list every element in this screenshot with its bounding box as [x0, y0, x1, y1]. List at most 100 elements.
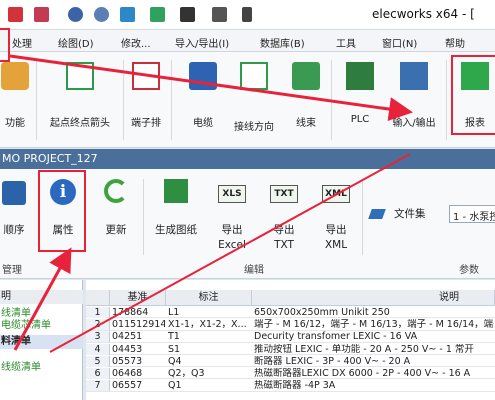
- document-title: MO PROJECT_127: [2, 152, 98, 165]
- io-button[interactable]: 输入/输出: [384, 56, 444, 140]
- export-xml-button[interactable]: XML 导出 XML: [314, 175, 358, 259]
- table-row[interactable]: 7 06557 Q1 热磁断路器 -4P 3A: [86, 380, 495, 392]
- cell-desc: 推动按钮 LEXIC - 单功能 - 20 A - 250 V~ - 1 常开: [254, 343, 474, 355]
- row-number: 5: [86, 355, 110, 367]
- menu-window[interactable]: 窗口(N): [382, 35, 417, 50]
- cell-desc: 热磁断路器 -4P 3A: [254, 380, 336, 392]
- bom-table: 基准 标注 说明 1 178864 L1 650x700x250mm Unikit 2…: [86, 280, 495, 400]
- menu-import-export[interactable]: 导入/导出(I): [175, 35, 229, 50]
- list-item[interactable]: 线缆清单: [0, 361, 83, 375]
- xml-icon: XML: [322, 185, 350, 203]
- mirror-icon[interactable]: [150, 7, 165, 22]
- generate-drawings-button[interactable]: 生成图纸: [148, 175, 204, 245]
- cell-ref: 05573: [112, 355, 143, 367]
- menu-modify[interactable]: 修改...: [121, 35, 151, 50]
- zoom-window-icon[interactable]: [94, 7, 109, 22]
- terminal-strip-icon: [132, 62, 160, 90]
- row-number: 4: [86, 343, 110, 355]
- harness-button[interactable]: 线束: [284, 56, 328, 140]
- cell-mark: X1-1，X1-2，X...: [168, 319, 247, 331]
- cell-desc: 650x700x250mm Unikit 250: [254, 307, 390, 318]
- fileset-label: 文件集: [394, 208, 426, 220]
- binoculars-icon[interactable]: [180, 7, 195, 22]
- row-number: 6: [86, 368, 110, 379]
- highlight-box-report: [451, 55, 495, 135]
- list-item[interactable]: 明: [0, 290, 83, 304]
- fileset-icon: [368, 209, 386, 219]
- export-txt-button[interactable]: TXT 导出 TXT: [262, 175, 306, 259]
- wire-direction-button[interactable]: 接线方向: [228, 56, 280, 140]
- pan-icon[interactable]: [120, 7, 135, 22]
- table-row[interactable]: 2 011512914 X1-1，X1-2，X... 端子 - M 16/12，端子 …: [86, 319, 495, 331]
- ribbon-top: 功能 起点终点箭头 端子排 电缆 接线方向 线束 PLC 输入/输出 报表: [0, 52, 495, 148]
- divider: [446, 60, 447, 140]
- cell-mark: Q1: [168, 380, 182, 392]
- window-title: elecworks x64 - [: [372, 7, 475, 21]
- zoom-icon[interactable]: [68, 7, 83, 22]
- order-icon: [2, 181, 26, 205]
- menu-help[interactable]: 帮助: [445, 35, 465, 50]
- divider: [171, 60, 172, 140]
- settings-icon[interactable]: [212, 7, 227, 22]
- update-button[interactable]: 更新: [96, 175, 136, 245]
- function-button[interactable]: 功能: [0, 56, 30, 140]
- origin-target-arrow-button[interactable]: 起点终点箭头: [40, 56, 120, 140]
- plc-icon: [346, 62, 374, 90]
- row-number-header: [86, 290, 110, 306]
- plc-button[interactable]: PLC: [338, 56, 382, 140]
- list-item-selected[interactable]: 料清单: [0, 335, 83, 349]
- list-item[interactable]: 电缆芯清单: [0, 319, 83, 333]
- report-list-panel: 明 线清单 电缆芯清单 料清单 线缆清单: [0, 280, 83, 400]
- column-header-mark[interactable]: 标注: [166, 290, 252, 306]
- function-icon: [1, 62, 29, 90]
- group-label-params: 参数: [459, 265, 479, 276]
- cell-mark: S1: [168, 343, 181, 355]
- cell-ref: 06468: [112, 368, 143, 379]
- column-header-ref[interactable]: 基准: [110, 290, 166, 306]
- wire-direction-icon: [240, 62, 268, 90]
- dropdown-icon[interactable]: [242, 7, 252, 22]
- order-button[interactable]: 顺序: [0, 175, 28, 245]
- row-number: 7: [86, 380, 110, 392]
- terminal-strip-button[interactable]: 端子排: [124, 56, 168, 140]
- table-row[interactable]: 1 178864 L1 650x700x250mm Unikit 250: [86, 307, 495, 319]
- menu-tools[interactable]: 工具: [336, 35, 356, 50]
- group-label-manage: 管理: [2, 265, 22, 276]
- menu-database[interactable]: 数据库(B): [260, 35, 305, 50]
- title-bar: elecworks x64 - [: [0, 0, 495, 30]
- cable-button[interactable]: 电缆: [180, 56, 226, 140]
- menu-draw[interactable]: 绘图(D): [58, 35, 94, 50]
- fileset-select[interactable]: 1 - 水泵控: [449, 205, 495, 223]
- highlight-box-properties: [38, 170, 86, 252]
- open-icon[interactable]: [8, 7, 23, 22]
- row-number: 3: [86, 331, 110, 343]
- cell-desc: 断路器 LEXIC - 3P - 400 V~ - 20 A: [254, 355, 411, 367]
- cell-mark: L1: [168, 307, 180, 318]
- cell-ref: 04453: [112, 343, 143, 355]
- menu-bar: 处理 绘图(D) 修改... 导入/导出(I) 数据库(B) 工具 窗口(N) …: [0, 30, 495, 52]
- group-label-edit: 编辑: [244, 265, 264, 276]
- table-row[interactable]: 5 05573 Q4 断路器 LEXIC - 3P - 400 V~ - 20 A: [86, 355, 495, 368]
- cell-desc: 热磁断路器LEXIC DX 6000 - 2P - 400 V~ - 16 A: [254, 368, 471, 379]
- table-row[interactable]: 3 04251 T1 Decurity transfomer LEXIC - 16 V…: [86, 331, 495, 343]
- cell-ref: 011512914: [112, 319, 165, 331]
- generate-drawings-icon: [164, 179, 188, 203]
- cell-mark: Q4: [168, 355, 182, 367]
- refresh-icon: [104, 179, 128, 203]
- table-row[interactable]: 6 06468 Q2，Q3 热磁断路器LEXIC DX 6000 - 2P - 400…: [86, 368, 495, 380]
- cell-ref: 06557: [112, 380, 143, 392]
- table-row[interactable]: 4 04453 S1 推动按钮 LEXIC - 单功能 - 20 A - 250 V~…: [86, 343, 495, 355]
- cell-desc: 端子 - M 16/12，端子 - M 16/13，端子 - M 16/14，端…: [254, 319, 494, 331]
- menu-process[interactable]: 处理: [12, 35, 32, 50]
- xls-icon: XLS: [218, 185, 246, 203]
- divider: [362, 179, 363, 255]
- harness-icon: [292, 62, 320, 90]
- document-tab-bar: MO PROJECT_127: [0, 149, 495, 169]
- export-excel-button[interactable]: XLS 导出 Excel: [210, 175, 254, 259]
- origin-target-arrow-icon: [66, 62, 94, 90]
- column-header-desc[interactable]: 说明: [252, 290, 495, 306]
- save-icon[interactable]: [34, 7, 49, 22]
- divider: [331, 60, 332, 140]
- io-icon: [400, 62, 428, 90]
- cell-mark: Q2，Q3: [168, 368, 205, 379]
